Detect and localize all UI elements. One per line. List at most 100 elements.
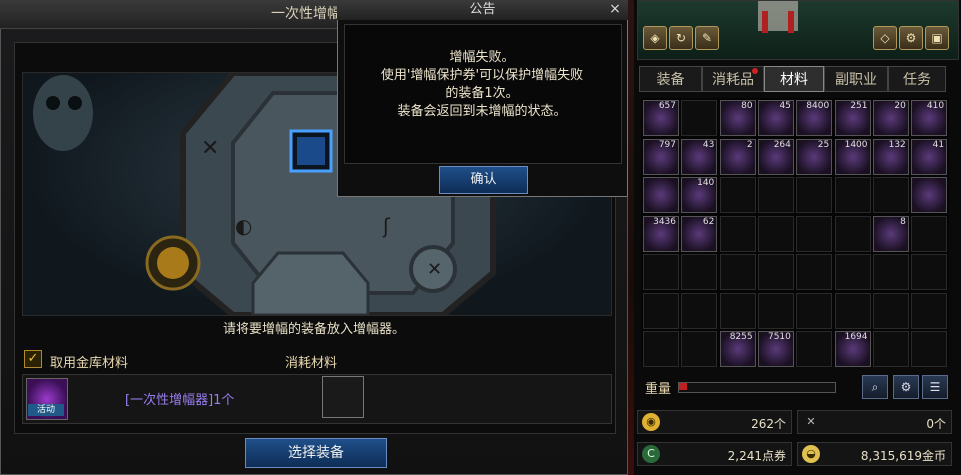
coin-icon: ◉ [642, 413, 660, 431]
inventory-item-slot[interactable]: 20 [872, 100, 909, 136]
inventory-item-slot[interactable]: 8400 [796, 100, 833, 136]
inventory-empty-slot[interactable] [796, 331, 833, 367]
character-action-button[interactable]: ↻ [669, 26, 693, 50]
character-action-button[interactable]: ✎ [695, 26, 719, 50]
weight-label: 重量 [645, 382, 672, 397]
inventory-item-slot[interactable]: 2 [719, 138, 756, 175]
search-icon[interactable]: ⌕ [862, 375, 888, 399]
tab-equipment[interactable]: 装备 [639, 66, 702, 92]
character-action-button[interactable]: ⚙ [899, 26, 923, 50]
inventory-item-slot[interactable]: 797 [643, 138, 679, 175]
inventory-empty-slot[interactable] [911, 254, 948, 290]
inventory-item-slot[interactable]: 8255 [719, 331, 756, 367]
use-bank-materials-label: 取用金库材料 [50, 356, 129, 371]
inventory-empty-slot[interactable] [872, 292, 909, 329]
inventory-item-slot[interactable]: 8 [872, 215, 909, 252]
inventory-empty-slot[interactable] [757, 292, 794, 329]
inventory-item-slot[interactable] [643, 177, 679, 213]
inventory-item-slot[interactable]: 3436 [643, 215, 679, 252]
list-view-icon[interactable]: ☰ [922, 375, 948, 399]
inventory-empty-slot[interactable] [757, 254, 794, 290]
inventory-empty-slot[interactable] [911, 292, 948, 329]
inventory-item-slot[interactable]: 657 [643, 100, 679, 136]
tab-materials[interactable]: 材料 [764, 66, 824, 92]
inventory-item-slot[interactable]: 1400 [834, 138, 871, 175]
confirm-button[interactable]: 确认 [439, 166, 528, 194]
skull-icon [33, 75, 93, 151]
inventory-empty-slot[interactable] [796, 177, 833, 213]
inventory-empty-slot[interactable] [757, 215, 794, 252]
inventory-item-slot[interactable]: 43 [681, 138, 718, 175]
inventory-empty-slot[interactable] [681, 331, 718, 367]
inventory-item-slot[interactable] [911, 177, 948, 213]
character-action-button[interactable]: ◇ [873, 26, 897, 50]
inventory-item-slot[interactable]: 80 [719, 100, 756, 136]
inventory-item-slot[interactable]: 140 [681, 177, 718, 213]
tab-sub-job[interactable]: 副职业 [824, 66, 888, 92]
inventory-item-slot[interactable]: 1694 [834, 331, 871, 367]
inventory-empty-slot[interactable] [911, 331, 948, 367]
inventory-item-slot[interactable]: 41 [911, 138, 948, 175]
inventory-empty-slot[interactable] [681, 100, 718, 136]
inventory-empty-slot[interactable] [834, 215, 871, 252]
weight-bar-fill [679, 383, 687, 390]
inventory-empty-slot[interactable] [834, 254, 871, 290]
inventory-item-slot[interactable]: 132 [872, 138, 909, 175]
inventory-empty-slot[interactable] [643, 254, 679, 290]
inventory-empty-slot[interactable] [872, 177, 909, 213]
consume-materials-header: 消耗材料 [285, 356, 338, 371]
enhancer-item-text: [一次性增幅器]1个 [125, 393, 235, 408]
svg-text:✕: ✕ [201, 136, 219, 161]
item-count: 2 [746, 139, 753, 150]
notice-line: 装备会返回到未增幅的状态。 [397, 104, 567, 119]
inventory-item-slot[interactable]: 7510 [757, 331, 794, 367]
inventory-empty-slot[interactable] [796, 215, 833, 252]
svg-text:ʃ: ʃ [382, 214, 391, 238]
inventory-item-slot[interactable]: 45 [757, 100, 794, 136]
tab-quests[interactable]: 任务 [888, 66, 946, 92]
notice-line: 的装备1次。 [445, 86, 519, 101]
inventory-item-slot[interactable]: 25 [796, 138, 833, 175]
enhancer-event-badge: 活动 [28, 404, 64, 416]
item-count: 797 [658, 139, 676, 150]
settings-gear-icon[interactable]: ⚙ [893, 375, 919, 399]
inventory-empty-slot[interactable] [719, 254, 756, 290]
inventory-empty-slot[interactable] [757, 177, 794, 213]
inventory-empty-slot[interactable] [796, 254, 833, 290]
use-bank-materials-checkbox[interactable]: ✓ [24, 350, 42, 368]
inventory-empty-slot[interactable] [796, 292, 833, 329]
notice-line: 增幅失败。 [449, 50, 515, 65]
inventory-empty-slot[interactable] [872, 254, 909, 290]
inventory-empty-slot[interactable] [681, 292, 718, 329]
character-action-button[interactable]: ▣ [925, 26, 949, 50]
inventory-empty-slot[interactable] [681, 254, 718, 290]
notice-title: 公告 [337, 0, 628, 20]
inventory-empty-slot[interactable] [643, 292, 679, 329]
character-action-button[interactable]: ◈ [643, 26, 667, 50]
inventory-empty-slot[interactable] [834, 292, 871, 329]
select-equipment-button[interactable]: 选择装备 [245, 438, 387, 468]
item-count: 132 [888, 139, 906, 150]
inventory-empty-slot[interactable] [872, 331, 909, 367]
inventory-empty-slot[interactable] [719, 292, 756, 329]
inventory-empty-slot[interactable] [911, 215, 948, 252]
inventory-item-slot[interactable]: 251 [834, 100, 871, 136]
inventory-item-slot[interactable]: 410 [911, 100, 948, 136]
inventory-item-slot[interactable]: 264 [757, 138, 794, 175]
point-icon: C [642, 445, 660, 463]
item-count: 8255 [729, 332, 753, 342]
inventory-empty-slot[interactable] [719, 215, 756, 252]
consume-material-slot[interactable] [322, 376, 364, 418]
item-count: 8400 [806, 101, 830, 111]
currency-value: 8,315,619金币 [860, 449, 946, 463]
item-count: 264 [773, 139, 791, 150]
enhancer-item-row [22, 374, 612, 424]
item-count: 3436 [653, 216, 676, 227]
item-count: 8 [900, 216, 906, 227]
close-icon[interactable]: × [606, 0, 624, 18]
item-count: 62 [702, 216, 715, 227]
inventory-item-slot[interactable]: 62 [681, 215, 718, 252]
inventory-empty-slot[interactable] [834, 177, 871, 213]
inventory-empty-slot[interactable] [719, 177, 756, 213]
inventory-empty-slot[interactable] [643, 331, 679, 367]
